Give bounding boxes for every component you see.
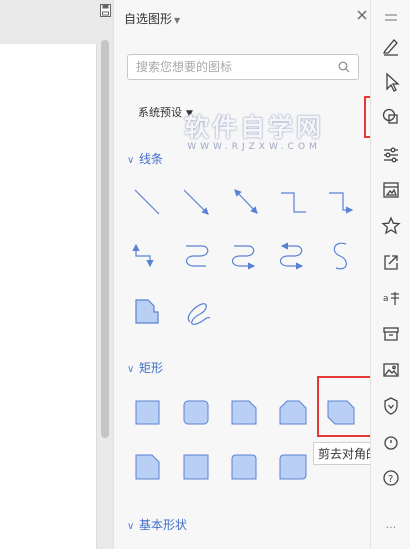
shapes-icon[interactable] [379,105,403,129]
arrow-line-shape[interactable] [183,189,209,215]
section-lines[interactable]: ∨ 线条 [127,150,163,167]
rounded-rectangle-shape[interactable] [183,400,209,425]
svg-text:?: ? [388,474,393,485]
section-rect[interactable]: ∨ 矩形 [127,359,163,376]
snip-single-corner-rectangle-shape[interactable] [231,400,257,425]
translate-icon[interactable]: a [379,286,403,310]
curved-double-arrow-shape[interactable] [279,242,304,270]
preset-dropdown[interactable]: 系统预设 ▼ [138,104,193,120]
chevron-down-icon: ▼ [186,109,193,119]
archive-icon[interactable] [379,322,403,346]
panel-title[interactable]: 自选图形 ▼ [124,10,180,27]
chevron-down-icon: ▼ [174,16,181,25]
close-icon[interactable] [354,7,370,23]
curve-shape[interactable] [333,242,347,270]
curved-connector-shape[interactable] [185,245,209,267]
shield-icon[interactable] [379,394,403,418]
preset-label: 系统预设 [138,106,182,119]
elbow-connector-shape[interactable] [281,192,306,213]
search-input[interactable] [128,55,344,79]
panel-title-text: 自选图形 [124,12,173,26]
help-icon[interactable]: ? [379,466,403,490]
autoshape-panel: 自选图形▼ 系统预设▼ 软件自学网 WWW.RJZXW.COM ∨线条 ∨矩形 … [113,0,371,549]
section-basic-label: 基本形状 [139,518,188,532]
section-basic[interactable]: ∨ 基本形状 [127,516,187,533]
settings-icon[interactable] [379,142,403,166]
cursor-icon[interactable] [379,70,403,94]
freeform-shape[interactable] [135,299,159,324]
menu-icon[interactable] [379,6,403,30]
svg-text:a: a [383,294,389,304]
share-icon[interactable] [379,250,403,274]
watermark-sub: WWW.RJZXW.COM [187,142,321,152]
round-same-side-corner-rectangle-shape[interactable] [231,454,257,480]
star-icon[interactable] [379,214,403,238]
snip-round-rectangle-shape[interactable] [135,454,160,480]
document-page[interactable] [0,44,97,549]
section-rect-label: 矩形 [139,361,164,375]
right-toolbar: a ? ··· [370,0,410,549]
round-single-corner-rectangle-shape[interactable] [183,454,209,480]
chevron-down-icon: ∨ [127,364,135,375]
rectangle-shape[interactable] [135,400,160,425]
pen-icon[interactable] [379,34,403,58]
line-shape[interactable] [134,189,160,215]
more-icon[interactable]: ··· [379,516,403,540]
image-panel-icon[interactable] [379,178,403,202]
double-arrow-line-shape[interactable] [234,189,258,214]
highlight-box-shape [317,376,373,437]
chevron-down-icon: ∨ [127,155,135,166]
elbow-double-arrow-shape[interactable] [132,243,154,268]
chevron-down-icon: ∨ [127,521,135,532]
search-box [127,54,359,80]
vertical-scrollbar[interactable] [101,40,109,438]
snip-same-side-corner-rectangle-shape[interactable] [279,400,307,425]
elbow-arrow-connector-shape[interactable] [329,192,354,214]
search-icon[interactable] [338,61,350,73]
picture-icon[interactable] [379,358,403,382]
round-diagonal-corner-rectangle-shape[interactable] [279,454,307,480]
shape-gallery [132,189,355,480]
curved-arrow-connector-shape[interactable] [231,245,256,270]
section-lines-label: 线条 [139,152,164,166]
scribble-shape[interactable] [187,303,211,325]
document-area [0,0,113,549]
history-icon[interactable] [379,430,403,454]
save-icon[interactable] [100,4,111,17]
